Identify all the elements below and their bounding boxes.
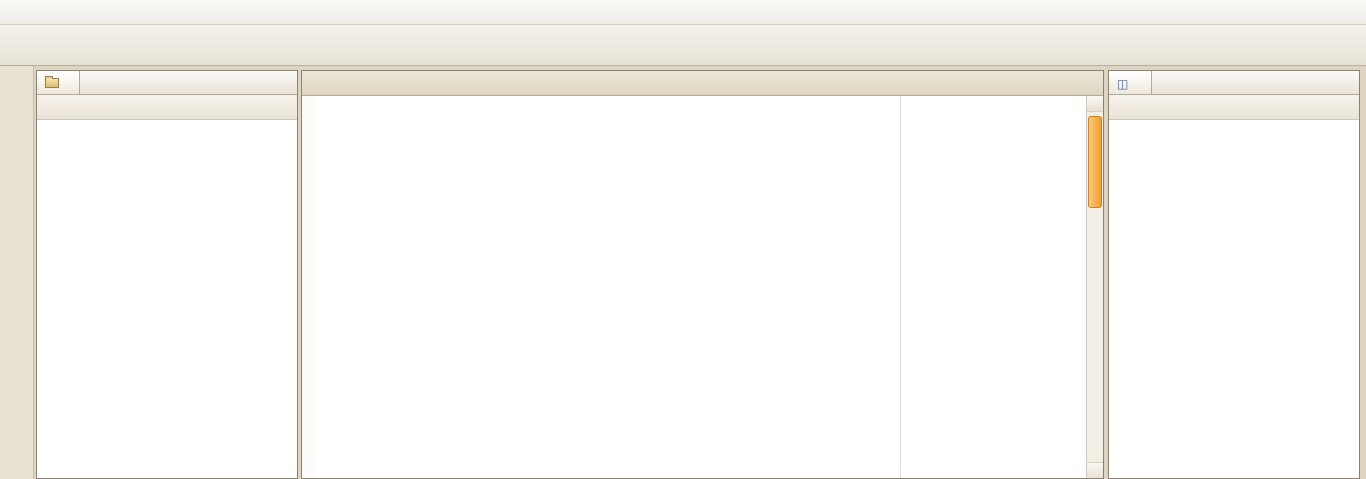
package-explorer-tab[interactable] (37, 71, 80, 94)
members-list (1109, 120, 1359, 478)
toolbar-right (1326, 25, 1360, 66)
editor-panel (301, 70, 1104, 479)
members-icon (1117, 77, 1131, 89)
editor-scrollbar[interactable] (1086, 96, 1103, 478)
package-explorer-header (37, 71, 297, 95)
package-explorer-toolbar (37, 95, 297, 120)
minimize-icon[interactable] (257, 75, 273, 90)
view-buttons (257, 71, 297, 94)
members-header (1109, 71, 1359, 95)
perspective-button[interactable] (1326, 32, 1350, 60)
editor-tabbar (302, 71, 1103, 96)
menu-bar (0, 0, 1366, 25)
annotation-ruler[interactable] (302, 96, 316, 478)
view-buttons (1319, 71, 1359, 94)
editor-text-area[interactable] (316, 96, 1086, 478)
perspective-icon (1330, 37, 1347, 54)
package-explorer-panel (36, 70, 298, 479)
editor-body (302, 96, 1103, 478)
scroll-up-icon[interactable] (1087, 96, 1103, 112)
scrollbar-thumb[interactable] (1088, 116, 1102, 208)
package-explorer-tree (37, 120, 297, 478)
maximize-icon[interactable] (1338, 75, 1354, 90)
print-margin-line (900, 96, 901, 478)
members-panel (1108, 70, 1360, 479)
main-toolbar (0, 25, 1366, 66)
scroll-down-icon[interactable] (1087, 462, 1103, 478)
members-toolbar (1109, 95, 1359, 120)
minimize-icon[interactable] (1063, 76, 1079, 91)
maximize-icon[interactable] (1082, 76, 1098, 91)
workbench (0, 66, 1366, 479)
minimize-icon[interactable] (1319, 75, 1335, 90)
fast-view-bar (0, 66, 34, 479)
maximize-icon[interactable] (276, 75, 292, 90)
package-explorer-icon (45, 78, 59, 88)
editor-view-buttons (1063, 71, 1103, 95)
members-tab[interactable] (1109, 71, 1152, 94)
